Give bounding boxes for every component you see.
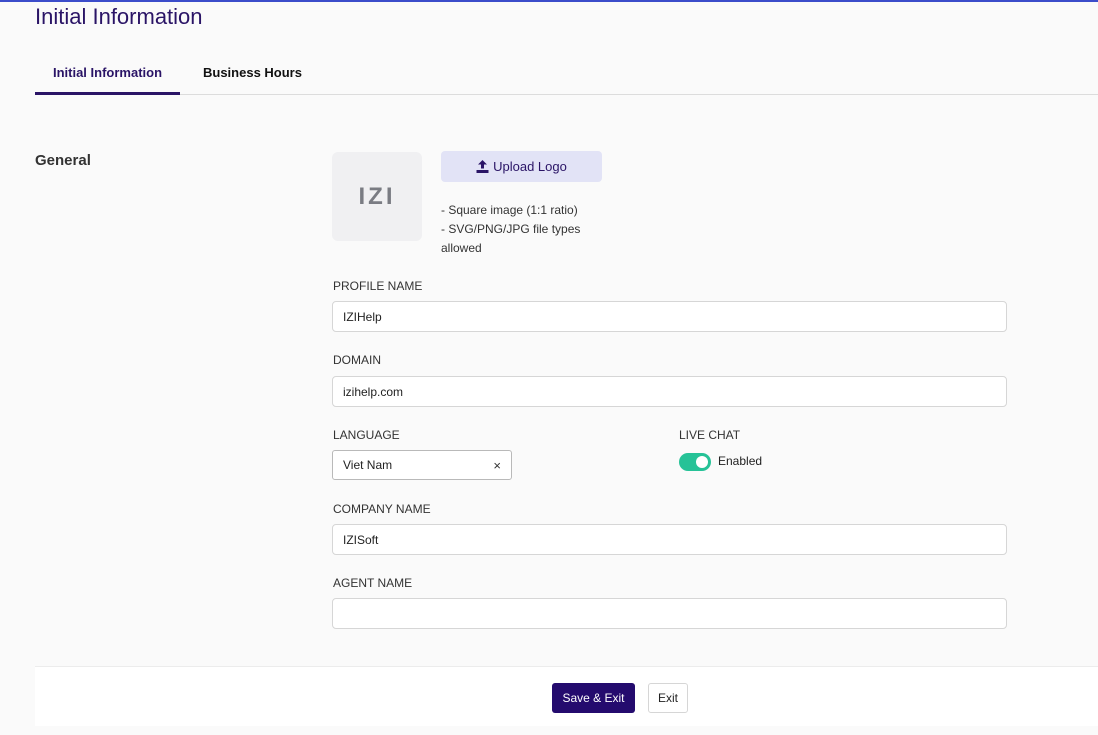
- logo-text: IZI: [358, 182, 396, 210]
- footer-bar: Save & Exit Exit: [35, 666, 1098, 726]
- language-select[interactable]: Viet Nam ×: [332, 450, 512, 480]
- live-chat-toggle[interactable]: [679, 453, 711, 471]
- agent-name-label: AGENT NAME: [333, 576, 413, 590]
- save-exit-button[interactable]: Save & Exit: [552, 683, 635, 713]
- page-title: Initial Information: [35, 4, 203, 29]
- company-name-label: COMPANY NAME: [333, 502, 431, 516]
- tab-business-hours[interactable]: Business Hours: [203, 56, 302, 95]
- domain-input[interactable]: [332, 376, 1007, 407]
- toggle-knob: [696, 456, 708, 468]
- top-accent-rule: [0, 0, 1098, 2]
- clear-icon[interactable]: ×: [493, 458, 501, 473]
- profile-name-input[interactable]: [332, 301, 1007, 332]
- upload-icon: [476, 160, 489, 173]
- tab-initial-information[interactable]: Initial Information: [35, 56, 180, 95]
- tab-bar: Initial Information Business Hours: [35, 56, 1098, 95]
- domain-label: DOMAIN: [333, 353, 381, 367]
- language-label: LANGUAGE: [333, 428, 400, 442]
- logo-hint-allowed: allowed: [441, 241, 482, 255]
- live-chat-status: Enabled: [718, 454, 763, 468]
- upload-logo-label: Upload Logo: [493, 159, 567, 174]
- language-selected-value: Viet Nam: [343, 458, 393, 472]
- section-title-general: General: [35, 152, 91, 169]
- company-name-input[interactable]: [332, 524, 1007, 555]
- exit-button[interactable]: Exit: [648, 683, 688, 713]
- logo-hint-ratio: - Square image (1:1 ratio): [441, 203, 578, 217]
- profile-name-label: PROFILE NAME: [333, 279, 423, 293]
- logo-hint-filetypes: - SVG/PNG/JPG file types: [441, 222, 581, 236]
- agent-name-input[interactable]: [332, 598, 1007, 629]
- logo-preview: IZI: [332, 152, 422, 241]
- live-chat-label: LIVE CHAT: [679, 428, 741, 442]
- upload-logo-button[interactable]: Upload Logo: [441, 151, 602, 182]
